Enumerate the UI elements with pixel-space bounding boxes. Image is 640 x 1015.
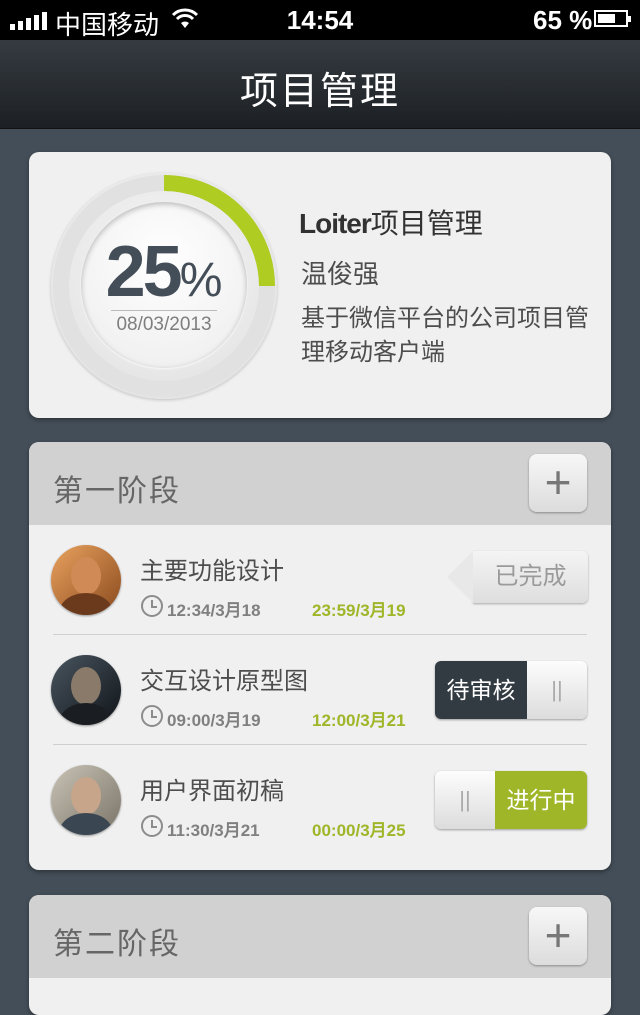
status-toggle-in-progress[interactable]: || 进行中 (435, 771, 587, 829)
task-row[interactable]: 主要功能设计 12:34/3月18 23:59/3月19 已完成 (29, 525, 611, 635)
status-tag-done[interactable]: 已完成 (447, 551, 588, 603)
task-start-time: 11:30/3月21 (167, 821, 260, 840)
plus-icon: + (544, 909, 572, 961)
project-description: 基于微信平台的公司项目管理移动客户端 (301, 305, 589, 366)
stage-title: 第二阶段 (53, 928, 181, 961)
progress-percentage: 25% (79, 236, 249, 317)
task-name: 主要功能设计 (140, 558, 284, 585)
add-task-button[interactable]: + (529, 907, 587, 965)
progress-divider (111, 310, 217, 311)
toggle-knob-icon[interactable]: || (527, 661, 587, 719)
battery-icon (594, 10, 631, 27)
task-end-time: 23:59/3月19 (312, 601, 406, 620)
task-start-time: 09:00/3月19 (167, 711, 261, 730)
stage-header: 第一阶段 + (29, 442, 611, 525)
project-overview-card[interactable]: 25% 08/03/2013 Loiter项目管理 温俊强 基于微信平台的公司项… (29, 152, 611, 418)
battery-percentage: 65 % (533, 5, 593, 35)
clock-icon (141, 705, 163, 727)
task-start-time: 12:34/3月18 (167, 601, 261, 620)
percent-sign: % (179, 254, 223, 307)
task-end-time: 12:00/3月21 (312, 711, 406, 730)
status-label: 进行中 (495, 771, 587, 829)
navigation-bar: 项目管理 (0, 40, 640, 129)
avatar (51, 655, 121, 725)
task-row[interactable]: 交互设计原型图 09:00/3月19 12:00/3月21 待审核 || (29, 635, 611, 745)
stage-title: 第一阶段 (53, 475, 181, 508)
page-title: 项目管理 (239, 71, 400, 113)
task-row[interactable]: 用户界面初稿 11:30/3月21 00:00/3月25 || 进行中 (29, 745, 611, 855)
progress-number: 25 (105, 232, 183, 312)
avatar (51, 765, 121, 835)
project-name: Loiter项目管理 (299, 202, 483, 242)
clock-icon (141, 815, 163, 837)
clock-icon (141, 595, 163, 617)
project-name-rest: 项目管理 (370, 208, 483, 239)
project-owner: 温俊强 (301, 259, 380, 289)
project-brand: Loiter (299, 208, 372, 239)
plus-icon: + (544, 456, 572, 508)
task-name: 用户界面初稿 (140, 778, 284, 805)
toggle-knob-icon[interactable]: || (435, 771, 495, 829)
stage-card-2: 第二阶段 + (29, 895, 611, 1015)
status-label: 待审核 (435, 661, 527, 719)
avatar (51, 545, 121, 615)
add-task-button[interactable]: + (529, 454, 587, 512)
task-end-time: 00:00/3月25 (312, 821, 406, 840)
stage-header: 第二阶段 + (29, 895, 611, 978)
task-name: 交互设计原型图 (140, 668, 308, 695)
stage-card-1: 第一阶段 + 主要功能设计 12:34/3月18 23:59/3月19 已完成 … (29, 442, 611, 870)
status-bar: 中国移动 14:54 65 % (0, 0, 640, 40)
status-toggle-review[interactable]: 待审核 || (435, 661, 587, 719)
project-date: 08/03/2013 (116, 314, 212, 335)
